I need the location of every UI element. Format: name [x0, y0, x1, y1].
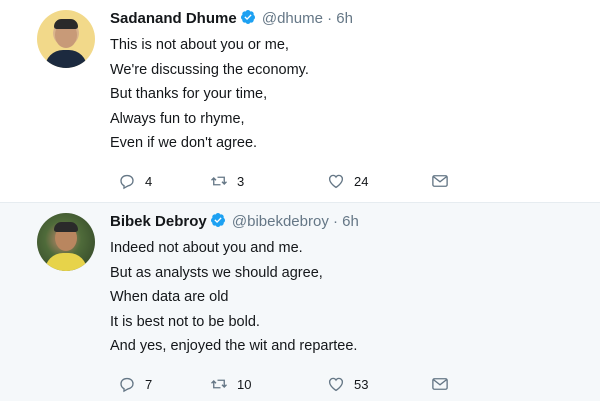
author-handle[interactable]: @dhume: [262, 10, 323, 27]
tweet-text: Indeed not about you and me. But as anal…: [110, 236, 357, 359]
separator-dot: ·: [327, 10, 333, 27]
avatar[interactable]: [37, 213, 95, 271]
tweet-text: This is not about you or me, We're discu…: [110, 33, 309, 156]
tweet-text-line: Even if we don't agree.: [110, 135, 258, 151]
like-count: 24: [354, 173, 369, 189]
avatar-shirt: [45, 253, 87, 271]
tweet-header: Bibek Debroy @bibekdebroy · 6h: [110, 212, 359, 232]
separator-dot: ·: [333, 213, 338, 230]
author-name[interactable]: Sadanand Dhume: [110, 10, 237, 27]
like-button[interactable]: 53: [327, 373, 368, 395]
reply-icon: [120, 174, 134, 190]
tweet-actions: 4 3 24: [0, 170, 600, 192]
tweet-timestamp[interactable]: 6h: [336, 10, 353, 27]
avatar-shirt: [45, 50, 87, 68]
tweet-text-line: Always fun to rhyme,: [110, 110, 245, 127]
avatar-hair: [54, 222, 78, 232]
author-handle[interactable]: @bibekdebroy: [232, 213, 329, 230]
tweet-text-line: But as analysts we should agree,: [110, 264, 323, 281]
reply-count: 7: [145, 376, 153, 392]
heart-icon: [328, 377, 344, 392]
tweet-text-line: We're discussing the economy.: [110, 61, 309, 78]
author-name[interactable]: Bibek Debroy: [110, 213, 207, 230]
tweet-text-line: But thanks for your time,: [110, 86, 268, 102]
reply-count: 4: [145, 173, 153, 189]
retweet-button[interactable]: 3: [210, 170, 244, 192]
tweet-text-line: And yes, enjoyed the wit and repartee.: [110, 338, 358, 354]
envelope-icon: [432, 175, 448, 187]
tweet[interactable]: Bibek Debroy @bibekdebroy · 6h Indeed no…: [0, 202, 600, 401]
retweet-button[interactable]: 10: [210, 373, 251, 395]
direct-message-button[interactable]: [431, 373, 449, 395]
tweet[interactable]: Sadanand Dhume @dhume · 6h This is not a…: [0, 0, 600, 202]
reply-button[interactable]: 4: [118, 170, 152, 192]
retweet-count: 3: [237, 173, 245, 189]
tweet-text-line: When data are old: [110, 289, 229, 305]
heart-icon: [328, 174, 344, 189]
retweet-count: 10: [237, 376, 252, 392]
tweet-text-line: This is not about you or me,: [110, 37, 289, 53]
tweet-header: Sadanand Dhume @dhume · 6h: [110, 9, 353, 29]
tweet-timestamp[interactable]: 6h: [342, 213, 359, 230]
avatar[interactable]: [37, 10, 95, 68]
retweet-icon: [211, 176, 227, 186]
verified-badge-icon: [210, 213, 225, 227]
like-button[interactable]: 24: [327, 170, 368, 192]
tweet-actions: 7 10 53: [0, 373, 600, 395]
tweet-text-line: It is best not to be bold.: [110, 313, 260, 330]
avatar-hair: [54, 19, 78, 29]
tweet-text-line: Indeed not about you and me.: [110, 240, 303, 256]
retweet-icon: [211, 379, 227, 389]
reply-icon: [120, 377, 134, 393]
direct-message-button[interactable]: [431, 170, 449, 192]
envelope-icon: [432, 378, 448, 390]
like-count: 53: [354, 376, 369, 392]
verified-badge-icon: [240, 10, 255, 24]
reply-button[interactable]: 7: [118, 373, 152, 395]
